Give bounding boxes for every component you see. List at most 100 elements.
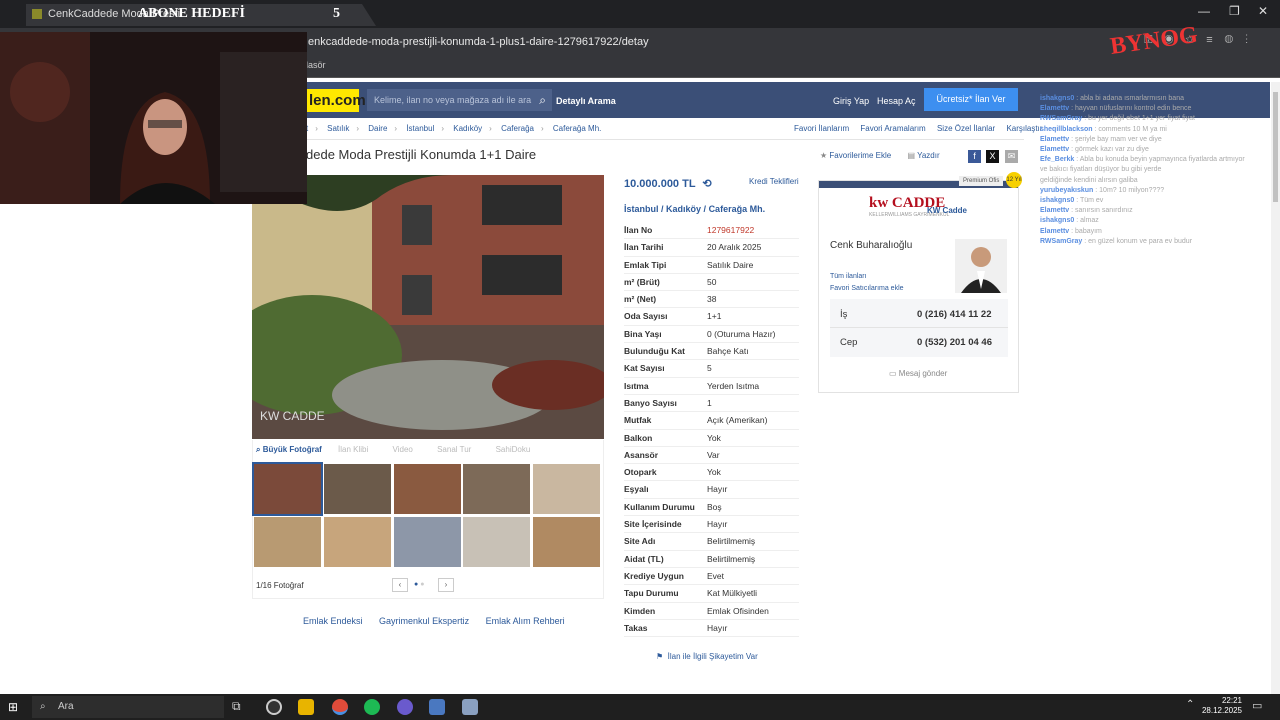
chat-username[interactable]: Elamettv bbox=[1040, 105, 1069, 112]
tab-big-photo[interactable]: ⌕ Büyük Fotoğraf bbox=[256, 445, 322, 454]
favorite-listings-link[interactable]: Favori İlanlarım bbox=[794, 124, 849, 133]
history-icon[interactable]: ⟲ bbox=[702, 178, 711, 190]
detailed-search-link[interactable]: Detaylı Arama bbox=[556, 96, 616, 106]
mail-icon[interactable]: ✉ bbox=[1005, 150, 1018, 163]
browser-tab[interactable]: CenkCaddede Moda Presti ABONE HEDEFİ 5 bbox=[26, 4, 376, 26]
thumbnail[interactable] bbox=[533, 464, 600, 514]
favorite-searches-link[interactable]: Favori Aramalarım bbox=[860, 124, 925, 133]
prev-photo-button[interactable]: ‹ bbox=[392, 578, 408, 592]
report-link[interactable]: ⚑ İlan ile İlgili Şikayetim Var bbox=[656, 652, 758, 661]
facebook-icon[interactable]: f bbox=[968, 150, 981, 163]
thumbnail[interactable] bbox=[463, 464, 530, 514]
detail-row: Site İçerisinde Hayır bbox=[624, 516, 799, 534]
mobile-phone[interactable]: 0 (532) 201 04 46 bbox=[917, 337, 992, 348]
print-icon: ▤ bbox=[907, 151, 915, 160]
chat-username[interactable]: Elamettv bbox=[1040, 146, 1069, 153]
notification-icon[interactable]: ▭ bbox=[1252, 699, 1262, 712]
thumbnail[interactable] bbox=[394, 464, 461, 514]
chat-username[interactable]: Elamettv bbox=[1040, 207, 1069, 214]
add-favorite-button[interactable]: Favorilerime Ekle bbox=[829, 151, 891, 160]
chat-username[interactable]: sheqillblackson bbox=[1040, 126, 1093, 133]
maximize-icon[interactable]: ❐ bbox=[1229, 4, 1240, 18]
detail-key: m² (Brüt) bbox=[624, 276, 660, 287]
search-icon[interactable]: ⌕ bbox=[539, 89, 546, 111]
tab-clip[interactable]: İlan Klibi bbox=[338, 445, 368, 454]
tab-video[interactable]: Video bbox=[393, 445, 413, 454]
chat-username[interactable]: ishakgns0 bbox=[1040, 95, 1074, 102]
breadcrumb-item[interactable]: Kadıköy bbox=[453, 124, 482, 133]
window-app-icon[interactable] bbox=[462, 699, 478, 715]
thumbnail[interactable] bbox=[324, 464, 391, 514]
main-photo[interactable]: KW CADDE bbox=[252, 175, 604, 439]
goal-value: 5 bbox=[333, 6, 340, 21]
tab-virtual-tour[interactable]: Sanal Tur bbox=[437, 445, 471, 454]
breadcrumb-item[interactable]: Caferağa bbox=[501, 124, 534, 133]
minimize-icon[interactable]: — bbox=[1198, 4, 1210, 18]
pager-dots: ● ● bbox=[414, 581, 425, 588]
x-icon[interactable]: X bbox=[986, 150, 999, 163]
all-ads-link[interactable]: Tüm ilanları bbox=[830, 273, 867, 280]
special-listings-link[interactable]: Size Özel İlanlar bbox=[937, 124, 995, 133]
thumbnail[interactable] bbox=[394, 517, 461, 567]
thumbnail[interactable] bbox=[254, 517, 321, 567]
close-icon[interactable]: ✕ bbox=[1258, 4, 1268, 18]
work-phone[interactable]: 0 (216) 414 11 22 bbox=[917, 309, 991, 320]
print-button[interactable]: Yazdır bbox=[917, 151, 940, 160]
task-view-icon[interactable]: ⧉ bbox=[232, 699, 248, 715]
alim-rehberi-link[interactable]: Emlak Alım Rehberi bbox=[486, 616, 565, 626]
chat-username[interactable]: RWSamGray bbox=[1040, 238, 1082, 245]
taskbar-search[interactable]: ⌕ Ara bbox=[32, 696, 224, 718]
search-input[interactable]: Kelime, ilan no veya mağaza adı ile ara … bbox=[367, 89, 552, 111]
thumbnail[interactable] bbox=[463, 517, 530, 567]
bookmark-folder[interactable]: lasör bbox=[306, 60, 326, 70]
chat-username[interactable]: Elamettv bbox=[1040, 228, 1069, 235]
url-input[interactable]: enkcaddede-moda-prestijli-konumda-1-plus… bbox=[300, 32, 1080, 52]
tab-sahidoku[interactable]: SahiDoku bbox=[496, 445, 531, 454]
chat-username[interactable]: yurubeyakıskun bbox=[1040, 187, 1093, 194]
thumbnail[interactable] bbox=[324, 517, 391, 567]
ekspertiz-link[interactable]: Gayrimenkul Ekspertiz bbox=[379, 616, 469, 626]
emlak-endeksi-link[interactable]: Emlak Endeksi bbox=[303, 616, 363, 626]
location-city[interactable]: İstanbul bbox=[624, 204, 659, 214]
chat-username[interactable]: RWSamGray bbox=[1040, 115, 1082, 122]
chat-username[interactable]: Efe_Berkk bbox=[1040, 156, 1074, 163]
compare-link[interactable]: Karşılaştır bbox=[1006, 124, 1042, 133]
chat-text: Abla bu konuda beyin yapmayınca fiyatlar… bbox=[1079, 156, 1245, 164]
breadcrumb-item[interactable]: İstanbul bbox=[406, 124, 434, 133]
register-link[interactable]: Hesap Aç bbox=[877, 96, 916, 106]
file-explorer-icon[interactable] bbox=[298, 699, 314, 715]
detail-value: Kat Mülkiyetli bbox=[707, 588, 758, 599]
spotify-icon[interactable] bbox=[364, 699, 380, 715]
thumbnail[interactable] bbox=[252, 462, 323, 516]
chrome-icon[interactable] bbox=[332, 699, 348, 715]
windows-start-icon[interactable]: ⊞ bbox=[8, 700, 18, 714]
loan-offers-link[interactable]: Kredi Teklifleri bbox=[749, 177, 799, 186]
chat-username[interactable]: ishakgns0 bbox=[1040, 197, 1074, 204]
clock[interactable]: 22:21 28.12.2025 bbox=[1194, 696, 1242, 716]
office-name[interactable]: KW Cadde bbox=[927, 206, 967, 215]
breadcrumb-item[interactable]: Caferağa Mh. bbox=[553, 124, 601, 133]
browser-tab-bar: CenkCaddede Moda Presti ABONE HEDEFİ 5 —… bbox=[0, 0, 1280, 28]
app-icon[interactable] bbox=[397, 699, 413, 715]
chat-username[interactable]: Elamettv bbox=[1040, 136, 1069, 143]
scrollbar-thumb[interactable] bbox=[1273, 92, 1278, 202]
obs-icon[interactable] bbox=[266, 699, 282, 715]
chat-message: Elamettv : hayvan nüfuslarını kontrol ed… bbox=[1040, 105, 1192, 113]
favorite-seller-link[interactable]: Favori Satıcılarıma ekle bbox=[830, 285, 904, 292]
breadcrumb-item[interactable]: Satılık bbox=[327, 124, 349, 133]
location-district[interactable]: Kadıköy bbox=[666, 204, 701, 214]
breadcrumb-item[interactable]: Daire bbox=[368, 124, 387, 133]
next-photo-button[interactable]: › bbox=[438, 578, 454, 592]
scrollbar[interactable] bbox=[1271, 82, 1280, 694]
chat-username[interactable]: ishakgns0 bbox=[1040, 217, 1074, 224]
calculator-icon[interactable] bbox=[429, 699, 445, 715]
detail-value: 50 bbox=[707, 276, 717, 287]
send-message-button[interactable]: ▭ Mesaj gönder bbox=[889, 369, 947, 378]
thumbnail[interactable] bbox=[533, 517, 600, 567]
login-link[interactable]: Giriş Yap bbox=[833, 96, 869, 106]
site-logo[interactable]: len.com bbox=[307, 89, 366, 112]
detail-key: İlan No bbox=[624, 225, 653, 235]
detail-key: Oda Sayısı bbox=[624, 311, 668, 322]
post-ad-button[interactable]: Ücretsiz* İlan Ver bbox=[924, 88, 1018, 111]
location-neighborhood[interactable]: Caferağa Mh. bbox=[709, 204, 766, 214]
